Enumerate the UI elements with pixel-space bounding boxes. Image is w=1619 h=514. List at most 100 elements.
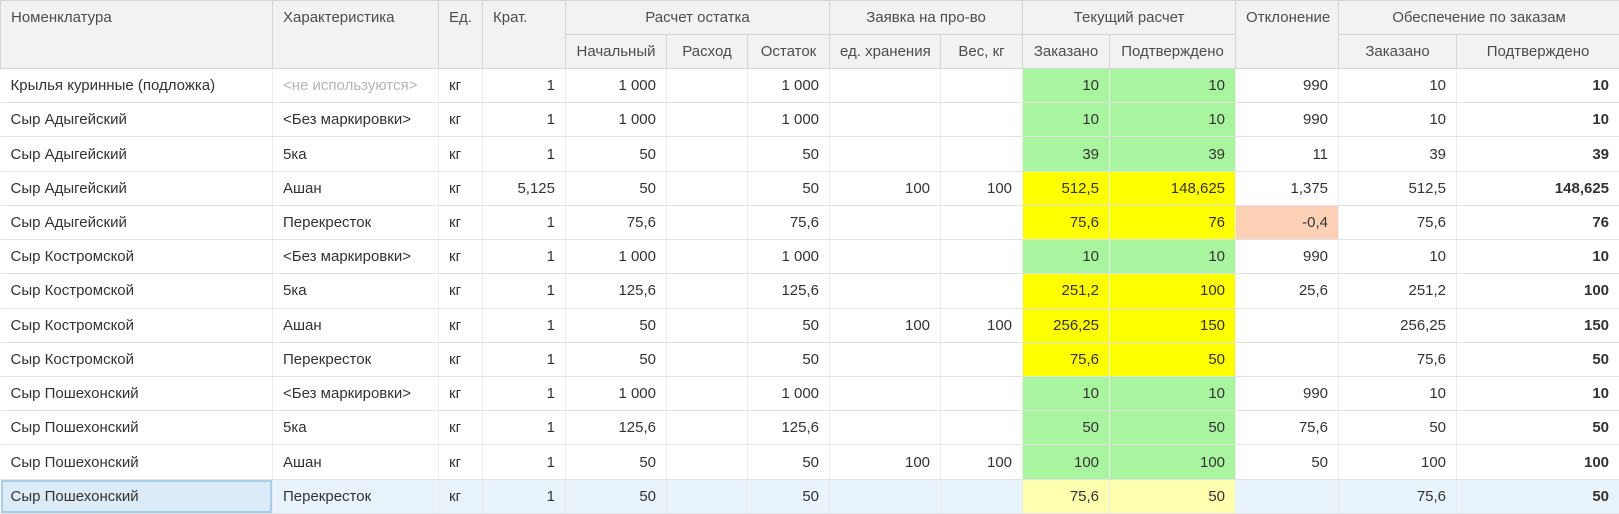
cell-expense[interactable] [666, 136, 748, 172]
cell-deviation[interactable]: 50 [1235, 444, 1340, 480]
cell-confirmed[interactable]: 10 [1109, 239, 1237, 275]
cell-remainder[interactable]: 125,6 [747, 273, 831, 309]
col-header-supply-confirmed[interactable]: Подтверждено [1456, 34, 1619, 69]
cell-nomenclature[interactable]: Сыр Адыгейский [0, 136, 273, 172]
cell-supply-ordered[interactable]: 256,25 [1338, 308, 1458, 343]
table-row[interactable]: Сыр Пошехонский Перекресток кг 1 50 50 75,6 50 7… [0, 479, 1619, 514]
cell-remainder[interactable]: 1 000 [747, 67, 831, 104]
cell-multiplicity[interactable]: 1 [482, 376, 566, 412]
cell-supply-ordered[interactable]: 75,6 [1338, 342, 1458, 377]
cell-supply-ordered[interactable]: 39 [1338, 136, 1458, 172]
cell-nomenclature[interactable]: Сыр Адыгейский [0, 102, 273, 138]
cell-unit[interactable]: кг [438, 67, 483, 104]
cell-supply-confirmed[interactable]: 150 [1456, 308, 1619, 343]
cell-confirmed[interactable]: 50 [1109, 342, 1237, 377]
cell-remainder[interactable]: 50 [747, 479, 831, 514]
cell-expense[interactable] [666, 67, 748, 104]
table-row[interactable]: Сыр Пошехонский Ашан кг 1 50 50 100 100 100 100 50… [0, 444, 1619, 480]
col-header-multiplicity[interactable]: Крат. [482, 0, 566, 69]
cell-confirmed[interactable]: 50 [1109, 479, 1237, 514]
cell-expense[interactable] [666, 308, 748, 343]
cell-ordered[interactable]: 75,6 [1022, 342, 1111, 377]
cell-initial[interactable]: 1 000 [565, 67, 667, 104]
cell-weight[interactable] [940, 342, 1024, 377]
cell-weight[interactable] [940, 102, 1024, 138]
cell-supply-ordered[interactable]: 75,6 [1338, 479, 1458, 514]
cell-confirmed[interactable]: 10 [1109, 376, 1237, 412]
cell-unit[interactable]: кг [438, 479, 483, 514]
cell-supply-confirmed[interactable]: 76 [1456, 205, 1619, 241]
cell-remainder[interactable]: 1 000 [747, 376, 831, 412]
cell-ordered[interactable]: 512,5 [1022, 171, 1111, 206]
cell-remainder[interactable]: 1 000 [747, 239, 831, 275]
col-header-ordered[interactable]: Заказано [1022, 34, 1111, 69]
cell-expense[interactable] [666, 444, 748, 480]
cell-characteristic[interactable]: <Без маркировки> [272, 376, 439, 412]
cell-nomenclature[interactable]: Сыр Костромской [0, 342, 273, 377]
table-row[interactable]: Сыр Адыгейский Ашан кг 5,125 50 50 100 100 512,5… [0, 171, 1619, 206]
cell-characteristic[interactable]: Ашан [272, 308, 439, 343]
col-header-initial[interactable]: Начальный [565, 34, 667, 69]
cell-supply-ordered[interactable]: 10 [1338, 102, 1458, 138]
cell-unit[interactable]: кг [438, 205, 483, 241]
cell-nomenclature[interactable]: Сыр Адыгейский [0, 171, 273, 206]
col-header-expense[interactable]: Расход [666, 34, 748, 69]
cell-supply-confirmed[interactable]: 50 [1456, 479, 1619, 514]
cell-confirmed[interactable]: 10 [1109, 67, 1237, 104]
cell-ordered[interactable]: 10 [1022, 102, 1111, 138]
cell-deviation[interactable]: 25,6 [1235, 273, 1340, 309]
cell-weight[interactable]: 100 [940, 308, 1024, 343]
cell-nomenclature[interactable]: Крылья куринные (подложка) [0, 67, 273, 104]
cell-multiplicity[interactable]: 5,125 [482, 171, 566, 206]
cell-nomenclature[interactable]: Сыр Пошехонский [0, 410, 273, 446]
cell-deviation[interactable] [1235, 308, 1340, 343]
cell-characteristic[interactable]: Перекресток [272, 205, 439, 241]
cell-confirmed[interactable]: 100 [1109, 444, 1237, 480]
cell-supply-confirmed[interactable]: 10 [1456, 67, 1619, 104]
col-header-characteristic[interactable]: Характеристика [272, 0, 439, 69]
cell-remainder[interactable]: 75,6 [747, 205, 831, 241]
cell-storage-units[interactable] [829, 102, 942, 138]
col-header-confirmed[interactable]: Подтверждено [1109, 34, 1237, 69]
cell-multiplicity[interactable]: 1 [482, 136, 566, 172]
cell-expense[interactable] [666, 342, 748, 377]
cell-supply-ordered[interactable]: 100 [1338, 444, 1458, 480]
col-header-deviation[interactable]: Отклонение [1235, 0, 1340, 69]
cell-weight[interactable] [940, 410, 1024, 446]
cell-characteristic[interactable]: Перекресток [272, 342, 439, 377]
cell-supply-confirmed[interactable]: 148,625 [1456, 171, 1619, 206]
cell-multiplicity[interactable]: 1 [482, 308, 566, 343]
cell-weight[interactable]: 100 [940, 171, 1024, 206]
cell-multiplicity[interactable]: 1 [482, 102, 566, 138]
cell-ordered[interactable]: 251,2 [1022, 273, 1111, 309]
cell-characteristic[interactable]: Ашан [272, 444, 439, 480]
table-row[interactable]: Сыр Адыгейский 5ка кг 1 50 50 39 39 11 39 39 [0, 136, 1619, 172]
cell-supply-ordered[interactable]: 10 [1338, 67, 1458, 104]
cell-unit[interactable]: кг [438, 136, 483, 172]
cell-expense[interactable] [666, 171, 748, 206]
cell-unit[interactable]: кг [438, 273, 483, 309]
cell-multiplicity[interactable]: 1 [482, 444, 566, 480]
cell-characteristic[interactable]: <Без маркировки> [272, 102, 439, 138]
cell-initial[interactable]: 50 [565, 444, 667, 480]
col-header-storage-units[interactable]: ед. хранения [829, 34, 942, 69]
cell-initial[interactable]: 50 [565, 479, 667, 514]
cell-unit[interactable]: кг [438, 342, 483, 377]
cell-weight[interactable] [940, 67, 1024, 104]
cell-remainder[interactable]: 50 [747, 444, 831, 480]
cell-deviation[interactable]: 990 [1235, 102, 1340, 138]
cell-nomenclature[interactable]: Сыр Пошехонский [0, 444, 273, 480]
cell-supply-ordered[interactable]: 50 [1338, 410, 1458, 446]
cell-supply-ordered[interactable]: 512,5 [1338, 171, 1458, 206]
cell-ordered[interactable]: 100 [1022, 444, 1111, 480]
cell-multiplicity[interactable]: 1 [482, 410, 566, 446]
table-row[interactable]: Сыр Пошехонский <Без маркировки> кг 1 1 000 1… [0, 376, 1619, 412]
cell-storage-units[interactable] [829, 136, 942, 172]
cell-weight[interactable] [940, 136, 1024, 172]
cell-multiplicity[interactable]: 1 [482, 273, 566, 309]
cell-weight[interactable] [940, 239, 1024, 275]
cell-expense[interactable] [666, 376, 748, 412]
cell-expense[interactable] [666, 239, 748, 275]
col-header-weight[interactable]: Вес, кг [940, 34, 1024, 69]
cell-storage-units[interactable] [829, 239, 942, 275]
